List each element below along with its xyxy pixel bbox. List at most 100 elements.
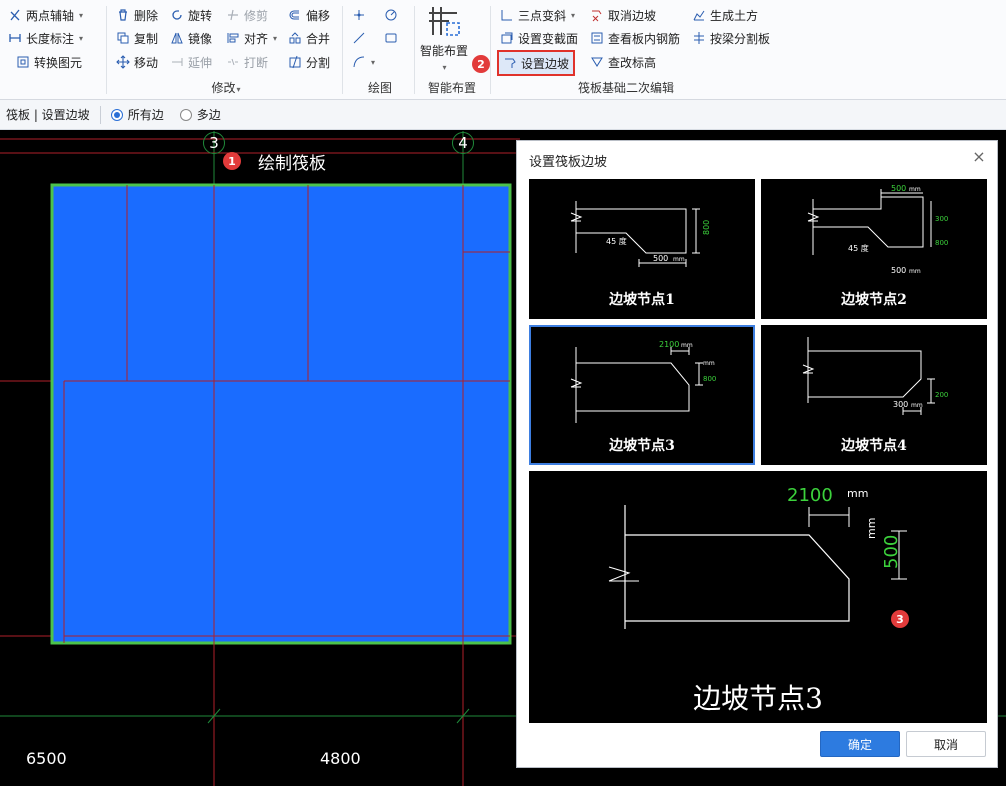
move-button[interactable]: 移动 [116, 52, 158, 72]
view-rebar-label: 查看板内钢筋 [608, 31, 681, 46]
trim-button[interactable]: 修剪 [226, 5, 268, 25]
node2-dim-top: 500 [891, 184, 906, 193]
trim-label: 修剪 [244, 8, 269, 23]
trim-icon [226, 8, 240, 22]
radio-dot [179, 108, 192, 121]
axis-bubble-4: 4 [452, 132, 474, 154]
draw-circle-button[interactable] [384, 5, 398, 25]
merge-icon [288, 31, 302, 45]
slope-node-4-label: 边坡节点4 [841, 438, 907, 454]
option-separator [99, 105, 101, 124]
view-rebar-button[interactable]: 查看板内钢筋 [590, 28, 680, 48]
three-point-slope-button[interactable]: 三点变斜 ▾ [500, 5, 575, 25]
trash-icon [116, 8, 130, 22]
option-bar: 筏板 | 设置边坡 所有边 多边 [0, 100, 1006, 130]
slope-node-2-label: 边坡节点2 [841, 292, 907, 308]
smart-layout-icon[interactable] [424, 4, 464, 40]
arc-icon [352, 55, 366, 69]
move-label: 移动 [134, 55, 159, 70]
convert-element-button[interactable]: 转换图元 [16, 52, 82, 72]
smart-group-label: 智能布置 [427, 81, 476, 95]
two-point-axis-label: 两点辅轴 [26, 8, 75, 23]
node4-dim-height: 200 [935, 391, 948, 399]
raft-edit-group-label: 筏板基础二次编辑 [577, 81, 674, 95]
break-button[interactable]: 打断 [226, 52, 268, 72]
rotate-button[interactable]: 旋转 [170, 5, 212, 25]
offset-button[interactable]: 偏移 [288, 5, 330, 25]
slope-node-1-label: 边坡节点1 [609, 292, 675, 308]
section-icon [500, 31, 514, 45]
merge-button[interactable]: 合并 [288, 28, 330, 48]
draw-arc-button[interactable]: ▾ [352, 52, 375, 72]
point-icon [352, 8, 366, 22]
node1-dim-width: 500 [653, 254, 668, 263]
set-slope-edge-button[interactable]: 设置边坡 [497, 50, 576, 76]
cancel-slope-button[interactable]: 取消边坡 [590, 5, 656, 25]
merge-label: 合并 [306, 31, 331, 46]
delete-button[interactable]: 删除 [116, 5, 158, 25]
mirror-button[interactable]: 镜像 [170, 28, 212, 48]
slope-node-4-thumb[interactable]: 200 300 mm 边坡节点4 [761, 325, 987, 465]
node2-dim-top-unit: mm [909, 186, 921, 193]
split-by-beam-button[interactable]: 按梁分割板 [692, 28, 770, 48]
split-button[interactable]: 分割 [288, 52, 330, 72]
slope-node-2-thumb[interactable]: 500 mm 300 800 45 度 500 mm 边坡节点2 [761, 179, 987, 319]
slope-node-1-thumb[interactable]: 800 45 度 500 mm 边坡节点1 [529, 179, 755, 319]
draw-point-button[interactable] [352, 5, 366, 25]
node1-dim-unit: mm [673, 256, 685, 263]
rotate-label: 旋转 [188, 8, 213, 23]
slope-icon [500, 8, 514, 22]
step-badge-3: 3 [891, 610, 909, 628]
smart-layout-label: 智能布置 [419, 44, 468, 58]
change-elevation-button[interactable]: 查改标高 [590, 52, 656, 72]
draw-rect-button[interactable] [384, 28, 398, 48]
node1-dim-height: 800 [702, 220, 711, 235]
set-section-button[interactable]: 设置变截面 [500, 28, 578, 48]
radio-multi-edges[interactable]: 多边 [179, 106, 221, 123]
mirror-label: 镜像 [188, 31, 213, 46]
axis-icon [8, 8, 22, 22]
extend-button[interactable]: 延伸 [170, 52, 212, 72]
ribbon-separator [342, 6, 343, 94]
gen-earthwork-label: 生成土方 [710, 8, 759, 23]
breadcrumb: 筏板 | 设置边坡 [6, 108, 90, 122]
cancel-slope-icon [590, 8, 604, 22]
draw-line-button[interactable] [352, 28, 366, 48]
dimension-6500: 6500 [26, 749, 67, 768]
gen-earthwork-button[interactable]: 生成土方 [692, 5, 758, 25]
break-label: 打断 [244, 55, 269, 70]
preview-dim-width-unit: mm [847, 487, 868, 500]
split-icon [288, 55, 302, 69]
step-badge-2: 2 [472, 55, 490, 73]
ok-button[interactable]: 确定 [820, 731, 900, 757]
align-button[interactable]: 对齐 ▾ [226, 28, 277, 48]
two-point-axis-button[interactable]: 两点辅轴 ▾ [8, 5, 83, 25]
convert-element-label: 转换图元 [34, 55, 83, 70]
set-raft-slope-dialog: 设置筏板边坡 × 800 45 度 500 mm 边坡节点1 500 mm 30… [516, 140, 998, 768]
rebar-icon [590, 31, 604, 45]
radio-all-edges[interactable]: 所有边 [110, 106, 164, 123]
set-section-label: 设置变截面 [518, 31, 579, 46]
modify-group-label[interactable]: 修改▾ [196, 79, 256, 96]
beam-split-icon [692, 31, 706, 45]
radio-all-edges-label: 所有边 [127, 108, 164, 122]
close-icon[interactable]: × [971, 149, 987, 165]
copy-icon [116, 31, 130, 45]
ribbon-separator [106, 6, 107, 94]
node2-dim-angle: 45 度 [848, 243, 869, 253]
dimension-4800: 4800 [320, 749, 361, 768]
slope-node-3-label: 边坡节点3 [609, 438, 675, 454]
copy-button[interactable]: 复制 [116, 28, 158, 48]
set-slope-edge-label: 设置边坡 [521, 56, 570, 71]
node4-dim-unit: mm [911, 402, 923, 409]
slope-node-3-thumb[interactable]: 2100 mm 800 mm 边坡节点3 [529, 325, 755, 465]
smart-layout-button[interactable]: 智能布置 ▾ [418, 42, 470, 73]
cancel-button[interactable]: 取消 [906, 731, 986, 757]
rectangle-icon [384, 31, 398, 45]
ribbon-separator [414, 6, 415, 94]
copy-label: 复制 [134, 31, 159, 46]
ribbon-toolbar: 两点辅轴 ▾ 长度标注 ▾ 转换图元 删除 旋转 修剪 偏移 复制 镜像 对齐 … [0, 0, 1006, 100]
length-dim-button[interactable]: 长度标注 ▾ [8, 28, 83, 48]
app-window: 两点辅轴 ▾ 长度标注 ▾ 转换图元 删除 旋转 修剪 偏移 复制 镜像 对齐 … [0, 0, 1006, 786]
radio-dot [110, 108, 123, 121]
